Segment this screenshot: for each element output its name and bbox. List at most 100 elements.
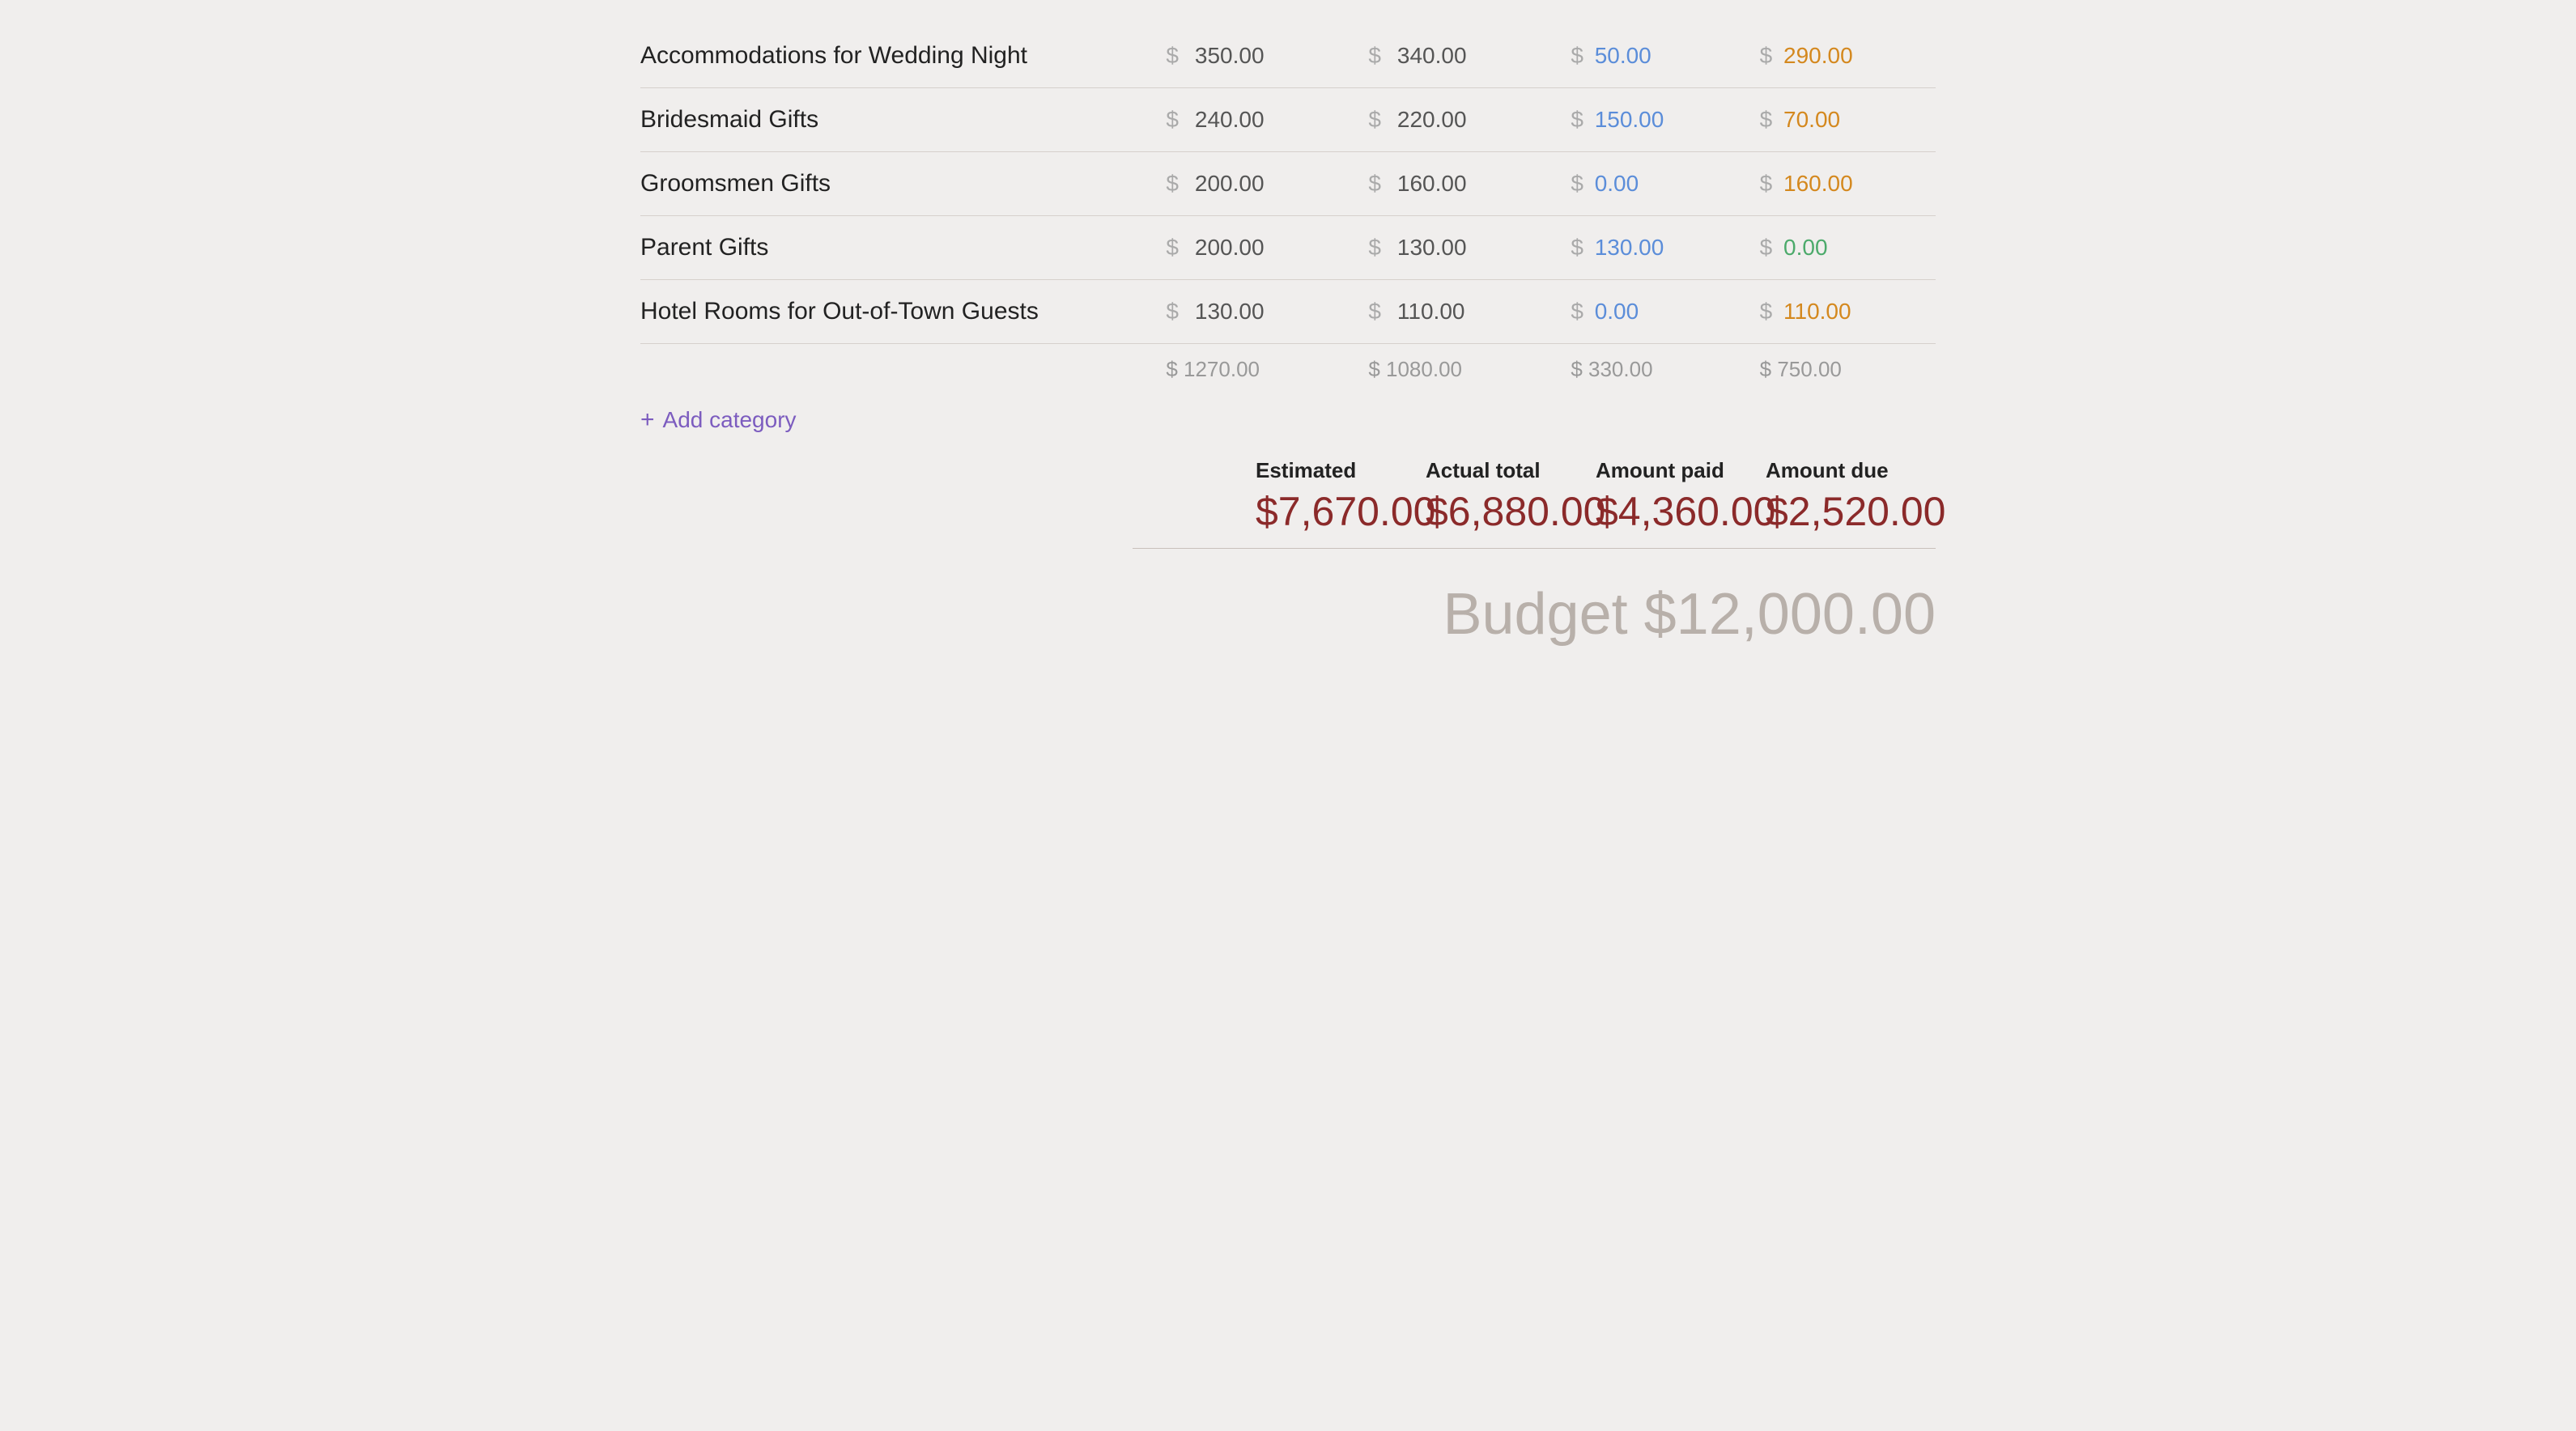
row-due: $ 160.00 xyxy=(1747,152,1936,216)
dollar-icon: $ xyxy=(1571,43,1583,68)
paid-value: 130.00 xyxy=(1595,235,1664,260)
summary-label-due: Amount due xyxy=(1766,458,1936,483)
subtotal-row: $ 1270.00 $ 1080.00 $ 330.00 $ 750.00 xyxy=(640,344,1936,399)
row-due: $ 110.00 xyxy=(1747,280,1936,344)
dollar-icon: $ xyxy=(1166,107,1179,133)
row-paid: $ 150.00 xyxy=(1558,88,1746,152)
dollar-icon: $ xyxy=(1368,43,1381,69)
row-name: Bridesmaid Gifts xyxy=(640,88,1153,152)
dollar-icon: $ xyxy=(1166,43,1179,69)
table-row: Hotel Rooms for Out-of-Town Guests $ 130… xyxy=(640,280,1936,344)
paid-value: 0.00 xyxy=(1595,171,1639,196)
estimated-value: 350.00 xyxy=(1195,43,1265,69)
due-value: 290.00 xyxy=(1783,43,1853,68)
dollar-icon: $ xyxy=(1368,107,1381,133)
budget-container: Accommodations for Wedding Night $ 350.0… xyxy=(640,24,1936,648)
table-row: Bridesmaid Gifts $ 240.00 $ 220.00 $ 150… xyxy=(640,88,1936,152)
row-actual: $ 130.00 xyxy=(1355,216,1558,280)
row-name: Hotel Rooms for Out-of-Town Guests xyxy=(640,280,1153,344)
row-estimated: $ 200.00 xyxy=(1153,216,1355,280)
row-actual: $ 160.00 xyxy=(1355,152,1558,216)
row-due: $ 0.00 xyxy=(1747,216,1936,280)
dollar-icon: $ xyxy=(1368,171,1381,197)
summary-label-estimated: Estimated xyxy=(1256,458,1426,483)
due-value: 110.00 xyxy=(1783,299,1851,324)
dollar-icon: $ xyxy=(1166,299,1179,325)
actual-value: 340.00 xyxy=(1397,43,1467,69)
row-actual: $ 340.00 xyxy=(1355,24,1558,88)
estimated-value: 130.00 xyxy=(1195,299,1265,325)
plus-icon: + xyxy=(640,406,655,434)
add-category-button[interactable]: + Add category xyxy=(640,406,797,434)
paid-value: 0.00 xyxy=(1595,299,1639,324)
summary-divider xyxy=(1133,548,1936,549)
dollar-icon: $ xyxy=(1571,235,1583,260)
summary-label-actual: Actual total xyxy=(1426,458,1596,483)
paid-value: 150.00 xyxy=(1595,107,1664,132)
dollar-icon: $ xyxy=(1571,107,1583,132)
summary-section: Estimated $7,670.00 Actual total $6,880.… xyxy=(640,458,1936,535)
row-actual: $ 220.00 xyxy=(1355,88,1558,152)
dollar-icon: $ xyxy=(1760,299,1773,324)
row-name: Accommodations for Wedding Night xyxy=(640,24,1153,88)
table-row: Accommodations for Wedding Night $ 350.0… xyxy=(640,24,1936,88)
budget-footer: Budget $12,000.00 xyxy=(640,573,1936,648)
due-value: 160.00 xyxy=(1783,171,1853,196)
dollar-icon: $ xyxy=(1760,171,1773,196)
summary-value-paid: $4,360.00 xyxy=(1596,488,1766,535)
subtotal-paid: $ 330.00 xyxy=(1558,344,1746,399)
summary-value-actual: $6,880.00 xyxy=(1426,488,1596,535)
subtotal-paid-value: $ 330.00 xyxy=(1571,357,1652,382)
row-due: $ 290.00 xyxy=(1747,24,1936,88)
dollar-icon: $ xyxy=(1368,299,1381,325)
summary-label-paid: Amount paid xyxy=(1596,458,1766,483)
dollar-icon: $ xyxy=(1571,299,1583,324)
dollar-icon: $ xyxy=(1368,235,1381,261)
dollar-icon: $ xyxy=(1760,235,1773,260)
row-due: $ 70.00 xyxy=(1747,88,1936,152)
row-paid: $ 130.00 xyxy=(1558,216,1746,280)
summary-value-estimated: $7,670.00 xyxy=(1256,488,1426,535)
row-name: Parent Gifts xyxy=(640,216,1153,280)
row-paid: $ 0.00 xyxy=(1558,280,1746,344)
due-value: 70.00 xyxy=(1783,107,1840,132)
subtotal-estimated: $ 1270.00 xyxy=(1153,344,1355,399)
summary-col-estimated: Estimated $7,670.00 xyxy=(1256,458,1426,535)
row-actual: $ 110.00 xyxy=(1355,280,1558,344)
dollar-icon: $ xyxy=(1571,171,1583,196)
summary-col-due: Amount due $2,520.00 xyxy=(1766,458,1936,535)
due-value: 0.00 xyxy=(1783,235,1828,260)
summary-col-paid: Amount paid $4,360.00 xyxy=(1596,458,1766,535)
row-estimated: $ 350.00 xyxy=(1153,24,1355,88)
actual-value: 130.00 xyxy=(1397,235,1467,261)
row-paid: $ 0.00 xyxy=(1558,152,1746,216)
table-row: Parent Gifts $ 200.00 $ 130.00 $ 130.00 … xyxy=(640,216,1936,280)
row-estimated: $ 200.00 xyxy=(1153,152,1355,216)
row-estimated: $ 130.00 xyxy=(1153,280,1355,344)
actual-value: 160.00 xyxy=(1397,171,1467,197)
row-name: Groomsmen Gifts xyxy=(640,152,1153,216)
budget-table: Accommodations for Wedding Night $ 350.0… xyxy=(640,24,1936,398)
subtotal-actual-value: $ 1080.00 xyxy=(1368,357,1462,382)
dollar-icon: $ xyxy=(1166,171,1179,197)
dollar-icon: $ xyxy=(1760,43,1773,68)
row-estimated: $ 240.00 xyxy=(1153,88,1355,152)
subtotal-actual: $ 1080.00 xyxy=(1355,344,1558,399)
actual-value: 110.00 xyxy=(1397,299,1465,325)
paid-value: 50.00 xyxy=(1595,43,1651,68)
row-paid: $ 50.00 xyxy=(1558,24,1746,88)
estimated-value: 240.00 xyxy=(1195,107,1265,133)
estimated-value: 200.00 xyxy=(1195,171,1265,197)
add-category-row: + Add category xyxy=(640,406,1936,434)
subtotal-due: $ 750.00 xyxy=(1747,344,1936,399)
summary-col-actual: Actual total $6,880.00 xyxy=(1426,458,1596,535)
add-category-label: Add category xyxy=(663,407,797,433)
subtotal-empty xyxy=(640,344,1153,399)
dollar-icon: $ xyxy=(1166,235,1179,261)
subtotal-estimated-value: $ 1270.00 xyxy=(1166,357,1260,382)
dollar-icon: $ xyxy=(1760,107,1773,132)
summary-value-due: $2,520.00 xyxy=(1766,488,1936,535)
subtotal-due-value: $ 750.00 xyxy=(1760,357,1842,382)
estimated-value: 200.00 xyxy=(1195,235,1265,261)
actual-value: 220.00 xyxy=(1397,107,1467,133)
